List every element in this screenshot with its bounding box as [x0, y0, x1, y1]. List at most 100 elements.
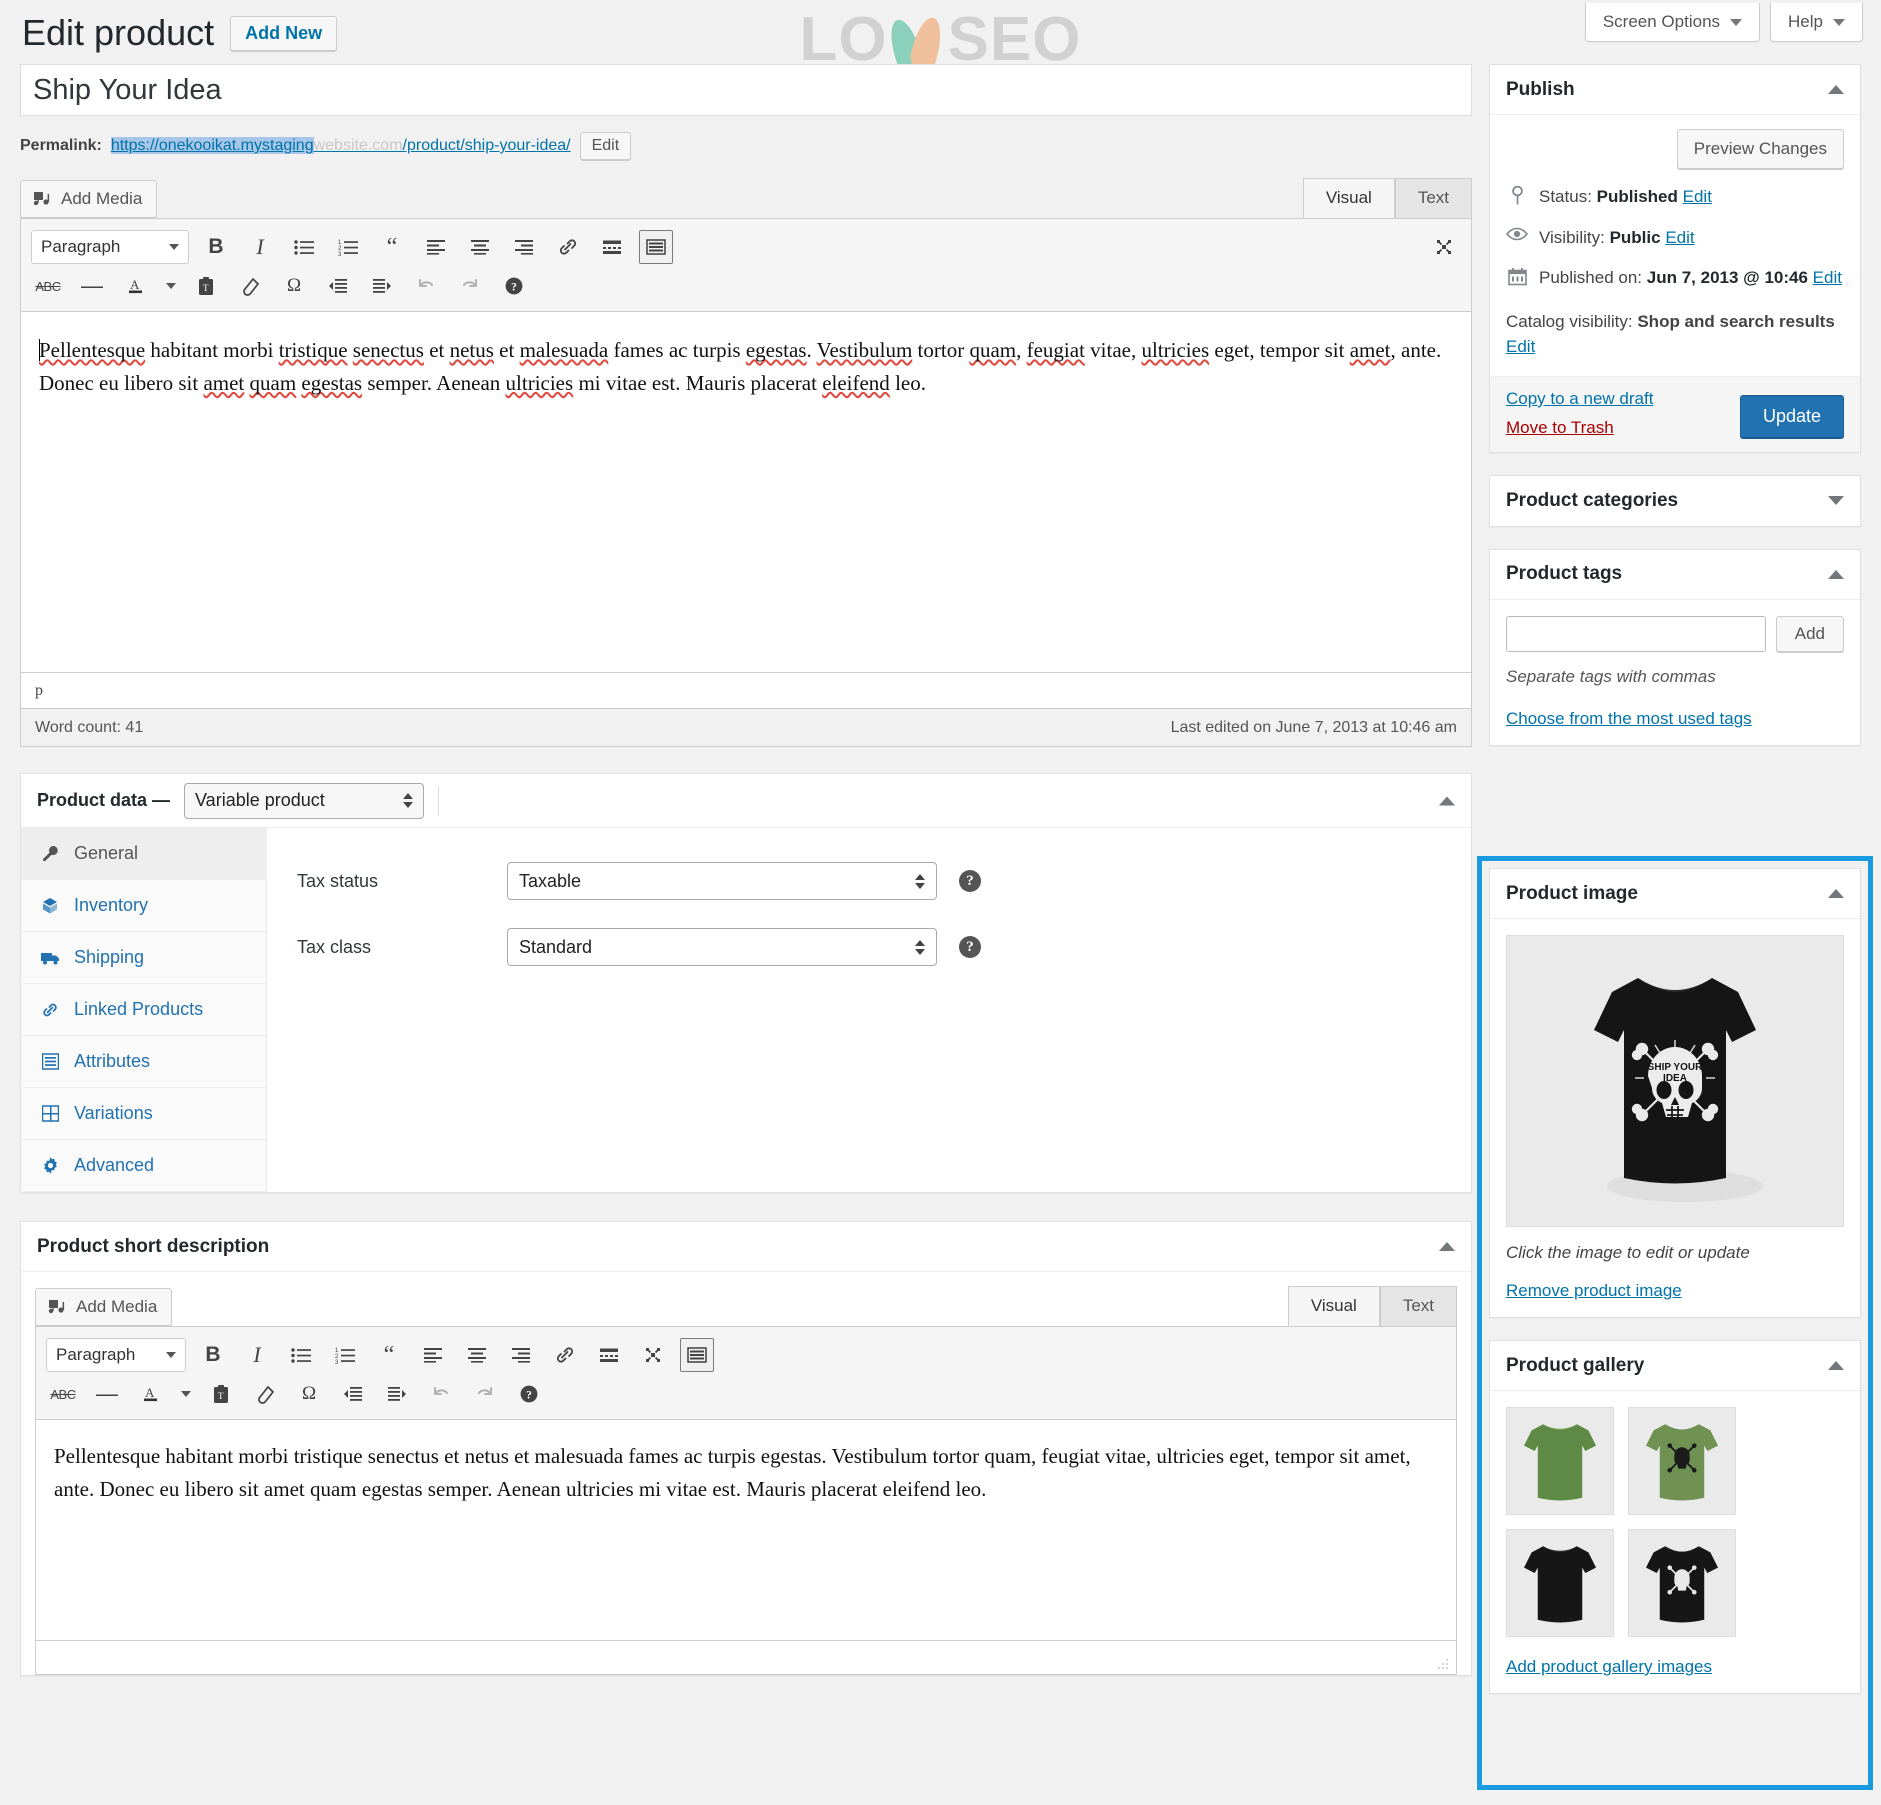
add-media-button[interactable]: Add Media	[20, 180, 157, 218]
special-character-icon[interactable]: Ω	[292, 1377, 326, 1411]
tab-attributes[interactable]: Attributes	[21, 1036, 266, 1088]
undo-icon[interactable]	[424, 1377, 458, 1411]
blockquote-icon[interactable]: “	[375, 230, 409, 264]
redo-icon[interactable]	[453, 269, 487, 303]
align-center-icon[interactable]	[460, 1338, 494, 1372]
collapse-toggle-icon[interactable]	[1828, 1361, 1844, 1370]
keyboard-shortcuts-help-icon[interactable]: ?	[512, 1377, 546, 1411]
strikethrough-icon[interactable]: ABC	[31, 269, 65, 303]
strikethrough-icon[interactable]: ABC	[46, 1377, 80, 1411]
bulleted-list-icon[interactable]	[287, 230, 321, 264]
help-tip-icon[interactable]: ?	[959, 870, 981, 892]
gallery-thumb-black-tshirt-back[interactable]	[1506, 1529, 1614, 1637]
horizontal-rule-icon[interactable]: —	[75, 269, 109, 303]
visibility-edit-link[interactable]: Edit	[1665, 228, 1694, 247]
help-button[interactable]: Help	[1770, 3, 1863, 42]
text-color-chevron-icon[interactable]	[163, 269, 179, 303]
format-select[interactable]: Paragraph	[46, 1338, 186, 1372]
resize-handle-icon[interactable]	[1436, 1657, 1450, 1671]
align-center-icon[interactable]	[463, 230, 497, 264]
format-select[interactable]: Paragraph	[31, 230, 189, 264]
editor-content-area[interactable]: Pellentesque habitant morbi tristique se…	[20, 311, 1472, 673]
add-new-button[interactable]: Add New	[230, 16, 337, 51]
undo-icon[interactable]	[409, 269, 443, 303]
outdent-icon[interactable]	[336, 1377, 370, 1411]
bold-icon[interactable]: B	[196, 1338, 230, 1372]
italic-icon[interactable]: I	[240, 1338, 274, 1372]
tab-visual[interactable]: Visual	[1288, 1286, 1380, 1326]
permalink-url[interactable]: https://onekooikat.mystagingwebsite.com/…	[111, 137, 571, 155]
move-to-trash-link[interactable]: Move to Trash	[1506, 418, 1653, 438]
clear-formatting-icon[interactable]	[248, 1377, 282, 1411]
choose-most-used-tags-link[interactable]: Choose from the most used tags	[1506, 709, 1844, 729]
paste-as-text-icon[interactable]: T	[189, 269, 223, 303]
gallery-thumb-green-tshirt-back[interactable]	[1506, 1407, 1614, 1515]
tab-advanced[interactable]: Advanced	[21, 1140, 266, 1192]
align-left-icon[interactable]	[416, 1338, 450, 1372]
gallery-thumb-green-tshirt-front[interactable]	[1628, 1407, 1736, 1515]
update-button[interactable]: Update	[1740, 395, 1844, 438]
text-color-icon[interactable]: A	[134, 1377, 168, 1411]
gallery-thumb-black-tshirt-front[interactable]	[1628, 1529, 1736, 1637]
toggle-toolbar-icon[interactable]	[639, 230, 673, 264]
align-left-icon[interactable]	[419, 230, 453, 264]
add-product-gallery-images-link[interactable]: Add product gallery images	[1506, 1657, 1844, 1677]
insert-more-icon[interactable]	[595, 230, 629, 264]
bulleted-list-icon[interactable]	[284, 1338, 318, 1372]
indent-icon[interactable]	[365, 269, 399, 303]
remove-product-image-link[interactable]: Remove product image	[1506, 1281, 1844, 1301]
align-right-icon[interactable]	[504, 1338, 538, 1372]
clear-formatting-icon[interactable]	[233, 269, 267, 303]
fullscreen-icon[interactable]	[1427, 230, 1461, 264]
tab-variations[interactable]: Variations	[21, 1088, 266, 1140]
insert-link-icon[interactable]	[548, 1338, 582, 1372]
product-tag-input[interactable]	[1506, 616, 1766, 652]
numbered-list-icon[interactable]: 123	[328, 1338, 362, 1372]
insert-link-icon[interactable]	[551, 230, 585, 264]
numbered-list-icon[interactable]: 123	[331, 230, 365, 264]
tab-linked-products[interactable]: Linked Products	[21, 984, 266, 1036]
redo-icon[interactable]	[468, 1377, 502, 1411]
tab-inventory[interactable]: Inventory	[21, 880, 266, 932]
align-right-icon[interactable]	[507, 230, 541, 264]
fullscreen-icon[interactable]	[636, 1338, 670, 1372]
toggle-toolbar-icon[interactable]	[680, 1338, 714, 1372]
italic-icon[interactable]: I	[243, 230, 277, 264]
collapse-toggle-icon[interactable]	[1439, 1242, 1455, 1251]
tab-text[interactable]: Text	[1395, 178, 1472, 218]
tax-status-select[interactable]: Taxable	[507, 862, 937, 900]
outdent-icon[interactable]	[321, 269, 355, 303]
product-type-select[interactable]: Variable product	[184, 783, 424, 819]
tab-visual[interactable]: Visual	[1303, 178, 1395, 218]
add-media-button[interactable]: Add Media	[35, 1288, 172, 1326]
paste-as-text-icon[interactable]: T	[204, 1377, 238, 1411]
published-edit-link[interactable]: Edit	[1813, 268, 1842, 287]
collapse-toggle-icon[interactable]	[1439, 796, 1455, 805]
keyboard-shortcuts-help-icon[interactable]: ?	[497, 269, 531, 303]
bold-icon[interactable]: B	[199, 230, 233, 264]
tab-text[interactable]: Text	[1380, 1286, 1457, 1326]
short-description-content-area[interactable]: Pellentesque habitant morbi tristique se…	[35, 1419, 1457, 1641]
catalog-visibility-edit-link[interactable]: Edit	[1506, 337, 1535, 356]
special-character-icon[interactable]: Ω	[277, 269, 311, 303]
horizontal-rule-icon[interactable]: —	[90, 1377, 124, 1411]
tab-general[interactable]: General	[21, 828, 266, 880]
product-title-input[interactable]: Ship Your Idea	[20, 64, 1472, 116]
screen-options-button[interactable]: Screen Options	[1585, 3, 1760, 42]
indent-icon[interactable]	[380, 1377, 414, 1411]
collapse-toggle-icon[interactable]	[1828, 570, 1844, 579]
text-color-chevron-icon[interactable]	[178, 1377, 194, 1411]
preview-changes-button[interactable]: Preview Changes	[1677, 129, 1844, 169]
expand-toggle-icon[interactable]	[1828, 496, 1844, 505]
product-image-thumbnail[interactable]: SHIP YOUR IDEA	[1506, 935, 1844, 1227]
copy-to-new-draft-link[interactable]: Copy to a new draft	[1506, 389, 1653, 409]
text-color-icon[interactable]: A	[119, 269, 153, 303]
collapse-toggle-icon[interactable]	[1828, 889, 1844, 898]
add-tag-button[interactable]: Add	[1776, 616, 1844, 652]
help-tip-icon[interactable]: ?	[959, 936, 981, 958]
insert-more-icon[interactable]	[592, 1338, 626, 1372]
tab-shipping[interactable]: Shipping	[21, 932, 266, 984]
collapse-toggle-icon[interactable]	[1828, 85, 1844, 94]
permalink-edit-button[interactable]: Edit	[580, 132, 632, 160]
status-edit-link[interactable]: Edit	[1683, 187, 1712, 206]
